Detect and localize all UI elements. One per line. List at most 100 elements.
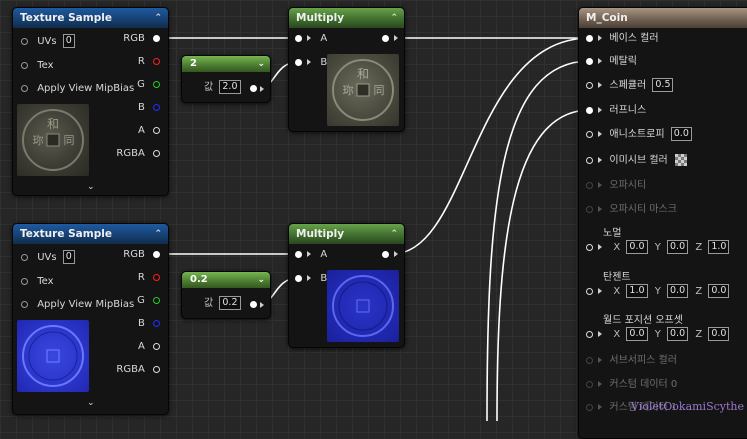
constant-node-2[interactable]: 0.2 ⌄ 값 0.2 (181, 271, 271, 319)
b-output-row[interactable]: B (138, 100, 160, 116)
mipbias-pin-row[interactable]: Apply View MipBias (21, 81, 134, 97)
output-row[interactable] (381, 31, 398, 47)
base-color-pin[interactable] (586, 34, 593, 42)
pin-row-emissive[interactable]: 이미시브 컬러 (586, 153, 687, 169)
input-b-pin[interactable] (295, 274, 302, 282)
tex-pin[interactable] (21, 277, 28, 285)
anisotropy-value[interactable]: 0.0 (670, 127, 692, 141)
uvs-pin[interactable] (21, 253, 28, 261)
constant-value-field[interactable]: 2.0 (219, 80, 241, 94)
node-title[interactable]: Multiply ⌃ (289, 8, 404, 28)
g-output-row[interactable]: G (137, 77, 160, 93)
wpo-z-field[interactable]: 0.0 (708, 327, 730, 341)
collapse-icon[interactable]: ⌃ (390, 8, 398, 28)
chevron-down-icon[interactable]: ⌄ (257, 56, 265, 72)
roughness-pin[interactable] (586, 106, 593, 114)
r-output-row[interactable]: R (138, 270, 160, 286)
output-row[interactable] (381, 247, 398, 263)
opacity-mask-pin[interactable] (586, 205, 593, 213)
collapse-icon[interactable]: ⌃ (154, 8, 162, 28)
pin-row-subsurface[interactable]: 서브서피스 컬러 (586, 353, 677, 369)
tangent-y-field[interactable]: 0.0 (667, 284, 689, 298)
tangent-pin[interactable] (586, 287, 593, 295)
multiply-node-1[interactable]: Multiply ⌃ A B 和 同 珎 (288, 7, 405, 132)
tex-pin[interactable] (21, 61, 28, 69)
emissive-pin[interactable] (586, 156, 593, 164)
input-a-row[interactable]: A (295, 247, 327, 263)
texture-sample-node-1[interactable]: Texture Sample ⌃ UVs 0 Tex Apply View Mi… (12, 7, 169, 196)
uvs-pin-row[interactable]: UVs 0 (21, 250, 75, 266)
tangent-x-field[interactable]: 1.0 (626, 284, 648, 298)
input-a-pin[interactable] (295, 250, 302, 258)
a-output-row[interactable]: A (138, 123, 160, 139)
tex-pin-row[interactable]: Tex (21, 58, 54, 74)
input-b-row[interactable]: B (295, 55, 327, 71)
normal-y-field[interactable]: 0.0 (667, 240, 689, 254)
input-b-row[interactable]: B (295, 271, 327, 287)
multiply-output-pin[interactable] (381, 34, 389, 42)
pin-row-base-color[interactable]: 베이스 컬러 (586, 31, 659, 47)
wpo-x-field[interactable]: 0.0 (626, 327, 648, 341)
specular-value[interactable]: 0.5 (652, 78, 674, 92)
g-output-pin[interactable] (153, 80, 160, 88)
custom0-pin[interactable] (586, 380, 593, 388)
constant-title[interactable]: 0.2 ⌄ (182, 272, 270, 288)
multiply-output-pin[interactable] (381, 250, 389, 258)
pin-row-opacity[interactable]: 오파시티 (586, 178, 646, 194)
uvs-pin[interactable] (21, 37, 28, 45)
b-output-row[interactable]: B (138, 316, 160, 332)
normal-x-field[interactable]: 0.0 (626, 240, 648, 254)
specular-pin[interactable] (586, 81, 593, 89)
mipbias-pin-row[interactable]: Apply View MipBias (21, 297, 134, 313)
input-a-pin[interactable] (295, 34, 302, 42)
a-output-row[interactable]: A (138, 339, 160, 355)
pin-row-opacity-mask[interactable]: 오파시티 마스크 (586, 202, 677, 218)
uvs-value[interactable]: 0 (62, 250, 75, 264)
rgb-output-row[interactable]: RGB (123, 31, 160, 47)
a-output-pin[interactable] (153, 342, 160, 350)
node-title[interactable]: Texture Sample ⌃ (13, 8, 168, 28)
uvs-pin-row[interactable]: UVs 0 (21, 34, 75, 50)
input-b-pin[interactable] (295, 58, 302, 66)
g-output-pin[interactable] (153, 296, 160, 304)
custom1-pin[interactable] (586, 403, 593, 411)
anisotropy-pin[interactable] (586, 130, 593, 138)
value-row[interactable]: 값 2.0 (204, 80, 241, 96)
normal-z-field[interactable]: 1.0 (708, 240, 730, 254)
rgb-output-pin[interactable] (153, 34, 160, 42)
tangent-z-field[interactable]: 0.0 (708, 284, 730, 298)
rgba-output-row[interactable]: RGBA (116, 146, 160, 162)
texture-sample-node-2[interactable]: Texture Sample ⌃ UVs 0 Tex Apply View Mi… (12, 223, 169, 415)
chevron-down-icon[interactable]: ⌄ (257, 272, 265, 288)
constant-node-1[interactable]: 2 ⌄ 값 2.0 (181, 55, 271, 103)
expand-chevron-icon[interactable]: ⌄ (87, 398, 95, 408)
wpo-vector-row[interactable]: X 0.0 Y 0.0 Z 0.0 (586, 327, 730, 343)
r-output-row[interactable]: R (138, 54, 160, 70)
wpo-pin[interactable] (586, 330, 593, 338)
node-title[interactable]: Multiply ⌃ (289, 224, 404, 244)
g-output-row[interactable]: G (137, 293, 160, 309)
pin-row-custom0[interactable]: 커스텀 데이터 0 (586, 377, 677, 393)
r-output-pin[interactable] (153, 57, 160, 65)
r-output-pin[interactable] (153, 273, 160, 281)
metallic-pin[interactable] (586, 57, 593, 65)
constant-output-pin[interactable] (250, 301, 257, 308)
emissive-color-swatch[interactable] (674, 154, 687, 166)
subsurface-pin[interactable] (586, 356, 593, 364)
a-output-pin[interactable] (153, 126, 160, 134)
mipbias-pin[interactable] (21, 84, 28, 92)
collapse-icon[interactable]: ⌃ (154, 224, 162, 244)
material-result-node[interactable]: M_Coin 베이스 컬러 메탈릭 스페큘러 0.5 러프니스 애니소트로피 0… (578, 7, 747, 439)
value-row[interactable]: 값 0.2 (204, 296, 241, 312)
mipbias-pin[interactable] (21, 300, 28, 308)
rgba-output-row[interactable]: RGBA (116, 362, 160, 378)
tangent-vector-row[interactable]: X 1.0 Y 0.0 Z 0.0 (586, 284, 730, 300)
material-title[interactable]: M_Coin (579, 8, 747, 28)
constant-title[interactable]: 2 ⌄ (182, 56, 270, 72)
pin-row-specular[interactable]: 스페큘러 0.5 (586, 78, 674, 94)
uvs-value[interactable]: 0 (62, 34, 75, 48)
rgb-output-pin[interactable] (153, 250, 160, 258)
constant-value-field[interactable]: 0.2 (219, 296, 241, 310)
input-a-row[interactable]: A (295, 31, 327, 47)
multiply-node-2[interactable]: Multiply ⌃ A B (288, 223, 405, 348)
